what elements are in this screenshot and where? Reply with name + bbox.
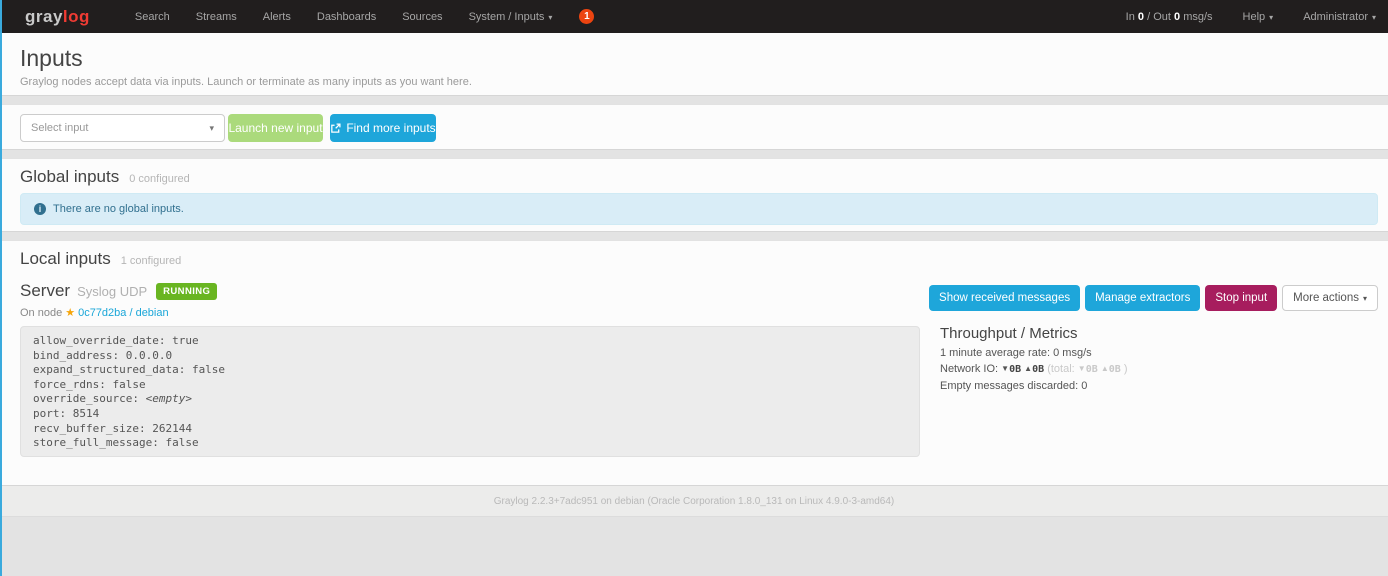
logo-text-gray: gray (25, 7, 63, 26)
help-menu[interactable]: Help▾ (1243, 11, 1274, 23)
navbar-right: In 0 / Out 0 msg/s Help▾ Administrator▾ (1126, 11, 1376, 23)
no-global-inputs-alert: i There are no global inputs. (20, 193, 1378, 225)
config-line: bind_address: 0.0.0.0 (33, 349, 907, 364)
global-inputs-title-text: Global inputs (20, 167, 119, 186)
input-launcher-band: Select input ▾ Launch new input Find mor… (0, 104, 1388, 150)
throughput-counter: In 0 / Out 0 msg/s (1126, 11, 1213, 23)
stop-input-button[interactable]: Stop input (1205, 285, 1277, 311)
io-in-value: 0 (1138, 11, 1144, 23)
chevron-down-icon: ▾ (209, 123, 214, 134)
notification-badge[interactable]: 1 (579, 9, 594, 24)
local-inputs-count: 1 configured (121, 255, 182, 267)
throughput-metrics: Throughput / Metrics 1 minute average ra… (940, 325, 1128, 396)
nav-item-system-inputs[interactable]: System / Inputs▾ (456, 11, 566, 23)
nav-item-sources[interactable]: Sources (389, 11, 455, 23)
local-inputs-section: Local inputs 1 configured Server Syslog U… (0, 240, 1388, 486)
local-inputs-title: Local inputs 1 configured (20, 249, 181, 269)
download-arrow-icon: ▼ (1078, 364, 1086, 373)
more-actions-label: More actions (1293, 292, 1359, 304)
status-badge: RUNNING (156, 283, 217, 300)
io-out-value: 0 (1174, 11, 1180, 23)
download-arrow-icon: ▼ (1001, 364, 1009, 373)
config-line: recv_buffer_size: 262144 (33, 422, 907, 437)
config-line: store_full_message: false (33, 436, 907, 451)
metrics-network-line: Network IO: ▼0B ▲0B (total: ▼0B ▲0B ) (940, 363, 1128, 376)
io-in-label: In (1126, 11, 1135, 23)
local-inputs-title-text: Local inputs (20, 249, 111, 268)
user-menu[interactable]: Administrator ▾ (1303, 11, 1376, 23)
page-title: Inputs (20, 45, 83, 72)
global-inputs-section: Global inputs 0 configured i There are no… (0, 158, 1388, 232)
manage-extractors-button[interactable]: Manage extractors (1085, 285, 1200, 311)
nav-item-alerts[interactable]: Alerts (250, 11, 304, 23)
launch-new-input-button[interactable]: Launch new input (228, 114, 323, 142)
global-inputs-count: 0 configured (129, 173, 190, 185)
node-line: On node★0c77d2ba / debian (20, 306, 169, 319)
top-navbar: graylog Search Streams Alerts Dashboards… (0, 0, 1388, 33)
input-row-header: Server Syslog UDP RUNNING (20, 281, 217, 301)
global-inputs-title: Global inputs 0 configured (20, 167, 190, 187)
no-global-inputs-message: There are no global inputs. (53, 203, 184, 215)
config-line: allow_override_date: true (33, 334, 907, 349)
footer: Graylog 2.2.3+7adc951 on debian (Oracle … (0, 486, 1388, 517)
graylog-logo[interactable]: graylog (25, 7, 90, 27)
select-input-dropdown[interactable]: Select input ▾ (20, 114, 225, 142)
metrics-rate-line: 1 minute average rate: 0 msg/s (940, 347, 1128, 359)
metrics-empty-discarded-line: Empty messages discarded: 0 (940, 380, 1128, 392)
footer-version-text: Graylog 2.2.3+7adc951 on debian (Oracle … (494, 496, 895, 507)
network-total-label: (total: (1047, 363, 1075, 375)
upload-arrow-icon: ▲ (1101, 364, 1109, 373)
page-subtitle: Graylog nodes accept data via inputs. La… (20, 76, 472, 88)
nav-item-dashboards[interactable]: Dashboards (304, 11, 389, 23)
input-configuration-well: allow_override_date: true bind_address: … (20, 326, 920, 457)
show-received-messages-button[interactable]: Show received messages (929, 285, 1080, 311)
input-type: Syslog UDP (77, 284, 147, 299)
find-more-inputs-button[interactable]: Find more inputs (330, 114, 436, 142)
input-name: Server (20, 281, 70, 301)
io-unit: msg/s (1183, 11, 1212, 23)
input-actions: Show received messages Manage extractors… (929, 285, 1378, 311)
chevron-down-icon: ▾ (1372, 13, 1376, 22)
nav-item-search[interactable]: Search (122, 11, 183, 23)
config-line: port: 8514 (33, 407, 907, 422)
network-up-value: 0B (1032, 364, 1044, 375)
config-line: expand_structured_data: false (33, 363, 907, 378)
window-edge-accent (0, 0, 2, 576)
find-more-inputs-label: Find more inputs (346, 121, 435, 135)
user-label: Administrator (1303, 11, 1368, 23)
chevron-down-icon: ▾ (1269, 13, 1273, 22)
network-total-close: ) (1124, 363, 1128, 375)
more-actions-button[interactable]: More actions ▾ (1282, 285, 1378, 311)
star-icon: ★ (65, 307, 75, 319)
config-line: override_source: <empty> (33, 392, 907, 407)
nav-menu: Search Streams Alerts Dashboards Sources… (122, 0, 565, 33)
io-out-label: / Out (1147, 11, 1171, 23)
node-link[interactable]: 0c77d2ba / debian (78, 307, 169, 319)
help-label: Help (1243, 11, 1266, 23)
select-input-placeholder: Select input (31, 122, 88, 134)
network-io-label: Network IO: (940, 363, 998, 375)
network-total-group: (total: ▼0B ▲0B ) (1047, 363, 1127, 375)
upload-arrow-icon: ▲ (1024, 364, 1032, 373)
metrics-title: Throughput / Metrics (940, 325, 1128, 342)
info-icon: i (34, 203, 46, 215)
nav-item-streams[interactable]: Streams (183, 11, 250, 23)
external-link-icon (330, 123, 341, 134)
page-header-band: Inputs Graylog nodes accept data via inp… (0, 33, 1388, 96)
node-label: On node (20, 307, 62, 319)
nav-item-label: System / Inputs (469, 11, 545, 23)
config-line: force_rdns: false (33, 378, 907, 393)
network-total-down-value: 0B (1086, 364, 1098, 375)
chevron-down-icon: ▾ (548, 13, 552, 22)
logo-text-log: log (63, 7, 90, 26)
network-total-up-value: 0B (1109, 364, 1121, 375)
chevron-down-icon: ▾ (1363, 294, 1367, 303)
network-down-value: 0B (1009, 364, 1021, 375)
